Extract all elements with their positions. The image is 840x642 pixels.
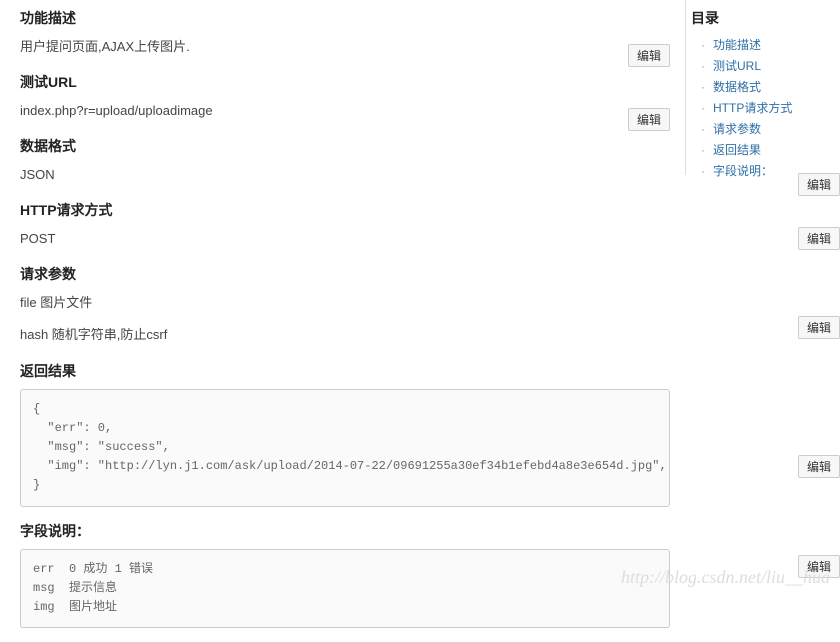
section-fields: 字段说明： err 0 成功 1 错误 msg 提示信息 img 图片地址 bbox=[20, 521, 670, 629]
section-params: 请求参数 file 图片文件 hash 随机字符串,防止csrf bbox=[20, 264, 670, 346]
section-format: 数据格式 JSON bbox=[20, 136, 670, 186]
toc-link-format[interactable]: 数据格式 bbox=[713, 80, 761, 94]
body-params-line1: file 图片文件 bbox=[20, 292, 670, 314]
toc-item: 请求参数 bbox=[701, 120, 840, 137]
section-result: 返回结果 { "err": 0, "msg": "success", "img"… bbox=[20, 361, 670, 507]
heading-desc: 功能描述 bbox=[20, 8, 670, 28]
body-desc: 用户提问页面,AJAX上传图片. bbox=[20, 36, 670, 58]
heading-params: 请求参数 bbox=[20, 264, 670, 284]
body-url: index.php?r=upload/uploadimage bbox=[20, 100, 670, 122]
body-format: JSON bbox=[20, 164, 670, 186]
code-result: { "err": 0, "msg": "success", "img": "ht… bbox=[20, 389, 670, 507]
edit-button[interactable]: 编辑 bbox=[798, 173, 840, 196]
toc-item: 返回结果 bbox=[701, 141, 840, 158]
heading-fields: 字段说明： bbox=[20, 521, 670, 541]
toc-link-params[interactable]: 请求参数 bbox=[713, 122, 761, 136]
toc-item: 测试URL bbox=[701, 57, 840, 74]
code-fields: err 0 成功 1 错误 msg 提示信息 img 图片地址 bbox=[20, 549, 670, 629]
toc-link-url[interactable]: 测试URL bbox=[713, 59, 761, 73]
body-params-line2: hash 随机字符串,防止csrf bbox=[20, 324, 670, 346]
body-method: POST bbox=[20, 228, 670, 250]
toc-link-method[interactable]: HTTP请求方式 bbox=[713, 101, 792, 115]
edit-button[interactable]: 编辑 bbox=[798, 555, 840, 578]
heading-result: 返回结果 bbox=[20, 361, 670, 381]
heading-method: HTTP请求方式 bbox=[20, 200, 670, 220]
main-content: 功能描述 用户提问页面,AJAX上传图片. 编辑 测试URL index.php… bbox=[0, 0, 670, 642]
toc-item: HTTP请求方式 bbox=[701, 99, 840, 116]
section-url: 测试URL index.php?r=upload/uploadimage 编辑 bbox=[20, 72, 670, 122]
toc-link-result[interactable]: 返回结果 bbox=[713, 143, 761, 157]
edit-button[interactable]: 编辑 bbox=[798, 227, 840, 250]
toc-item: 功能描述 bbox=[701, 36, 840, 53]
toc-list: 功能描述 测试URL 数据格式 HTTP请求方式 请求参数 返回结果 字段说明： bbox=[691, 36, 840, 179]
edit-button[interactable]: 编辑 bbox=[798, 455, 840, 478]
heading-url: 测试URL bbox=[20, 72, 670, 92]
section-desc: 功能描述 用户提问页面,AJAX上传图片. 编辑 bbox=[20, 8, 670, 58]
toc-sidebar: 目录 功能描述 测试URL 数据格式 HTTP请求方式 请求参数 返回结果 字段… bbox=[685, 0, 840, 175]
edit-button[interactable]: 编辑 bbox=[628, 108, 670, 131]
heading-format: 数据格式 bbox=[20, 136, 670, 156]
toc-heading: 目录 bbox=[691, 8, 840, 28]
toc-link-desc[interactable]: 功能描述 bbox=[713, 38, 761, 52]
edit-button[interactable]: 编辑 bbox=[628, 44, 670, 67]
edit-button[interactable]: 编辑 bbox=[798, 316, 840, 339]
toc-item: 数据格式 bbox=[701, 78, 840, 95]
toc-link-fields[interactable]: 字段说明： bbox=[713, 164, 773, 178]
section-method: HTTP请求方式 POST bbox=[20, 200, 670, 250]
